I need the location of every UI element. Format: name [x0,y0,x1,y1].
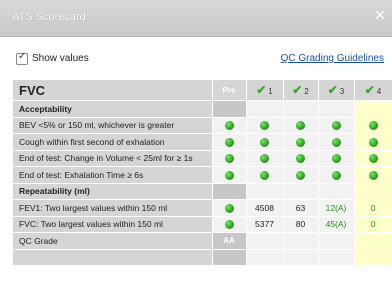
trial-3-header[interactable]: ✔ 3 [318,80,355,101]
show-values-label[interactable]: Show values [32,53,89,64]
pass-indicator-icon [224,203,234,213]
pass-indicator-icon [224,121,234,131]
close-icon[interactable]: ✕ [372,7,388,23]
check-icon: ✔ [364,83,375,97]
pass-indicator-icon [331,154,341,164]
section-label: Acceptability [13,100,213,118]
scorecard-table: FVC Pre ✔ 1 ✔ 2 ✔ 3 ✔ 4 Acceptability BEV <5… [13,80,392,281]
check-icon: ✔ [292,83,303,97]
pass-indicator-icon [368,154,378,164]
table-row: Cough within first second of exhalation [13,133,392,151]
check-icon: ✔ [327,83,338,97]
pass-indicator-icon [331,170,341,180]
table-row-empty [13,249,392,266]
table-row: End of test: Change in Volume < 25ml for… [13,150,392,167]
pass-indicator-icon [331,137,341,147]
pass-indicator-icon [224,154,234,164]
toolbar: ✓ Show values QC Grading Guidelines [0,48,392,68]
pass-indicator-icon [224,170,234,180]
value-cell: 0 [354,199,392,217]
row-label: FVC: Two largest values within 150 ml [13,216,213,233]
row-label: FEV1: Two largest values within 150 ml [13,199,213,217]
table-heading: FVC [13,80,213,101]
value-cell: 0 [354,216,392,233]
trial-number: 4 [376,87,382,96]
pass-indicator-icon [260,121,269,131]
section-row-acceptability: Acceptability [13,100,392,118]
table-row: FEV1: Two largest values within 150 ml 4… [13,199,392,217]
pass-indicator-icon [296,154,305,164]
pass-indicator-icon [296,170,305,180]
pass-indicator-icon [368,121,378,131]
trial-number: 2 [304,87,309,96]
pre-column-header: Pre [212,80,247,101]
value-cell: 12(A) [318,199,355,217]
section-label: Repeatability (ml) [13,183,213,200]
row-label: Cough within first second of exhalation [13,133,213,151]
pass-indicator-icon [368,137,378,147]
show-values-checkbox[interactable]: ✓ [16,51,28,65]
value-cell: 80 [283,216,319,233]
trial-1-header[interactable]: ✔ 1 [246,80,284,101]
trial-number: 3 [339,87,345,96]
pass-indicator-icon [224,137,234,147]
window-title: ATS Scorecard [12,11,86,23]
pass-indicator-icon [296,121,305,131]
value-cell: 5377 [246,216,284,233]
section-row-repeatability: Repeatability (ml) [13,183,392,200]
pass-indicator-icon [260,137,269,147]
pass-indicator-icon [331,121,341,131]
value-cell: 45(A) [318,216,355,233]
section-label: QC Grade [13,232,213,250]
pass-indicator-icon [260,170,269,180]
trial-4-header[interactable]: ✔ 4 [354,80,392,101]
row-label: End of test: Change in Volume < 25ml for… [13,150,213,167]
value-cell: 4508 [246,199,284,217]
checkmark-icon: ✓ [18,51,27,62]
title-bar: ATS Scorecard ✕ [0,0,392,37]
table-row: FVC: Two largest values within 150 ml 53… [13,216,392,233]
table-row: End of test: Exhalation Time ≥ 6s [13,166,392,184]
pass-indicator-icon [368,170,378,180]
pass-indicator-icon [224,220,234,230]
pass-indicator-icon [296,137,305,147]
value-cell: 63 [283,199,319,217]
check-icon: ✔ [256,83,267,97]
pass-indicator-icon [260,154,269,164]
trial-number: 1 [268,87,273,96]
trial-2-header[interactable]: ✔ 2 [283,80,319,101]
section-row-qc-grade: QC Grade AA [13,232,392,250]
qc-grade-value: AA [212,232,247,250]
row-label: BEV <5% or 150 ml, whichever is greater [13,117,213,134]
qc-grading-guidelines-link[interactable]: QC Grading Guidelines [281,53,384,64]
row-label: End of test: Exhalation Time ≥ 6s [13,166,213,184]
table-row: BEV <5% or 150 ml, whichever is greater [13,117,392,134]
table-header-row: FVC Pre ✔ 1 ✔ 2 ✔ 3 ✔ 4 [13,80,392,101]
